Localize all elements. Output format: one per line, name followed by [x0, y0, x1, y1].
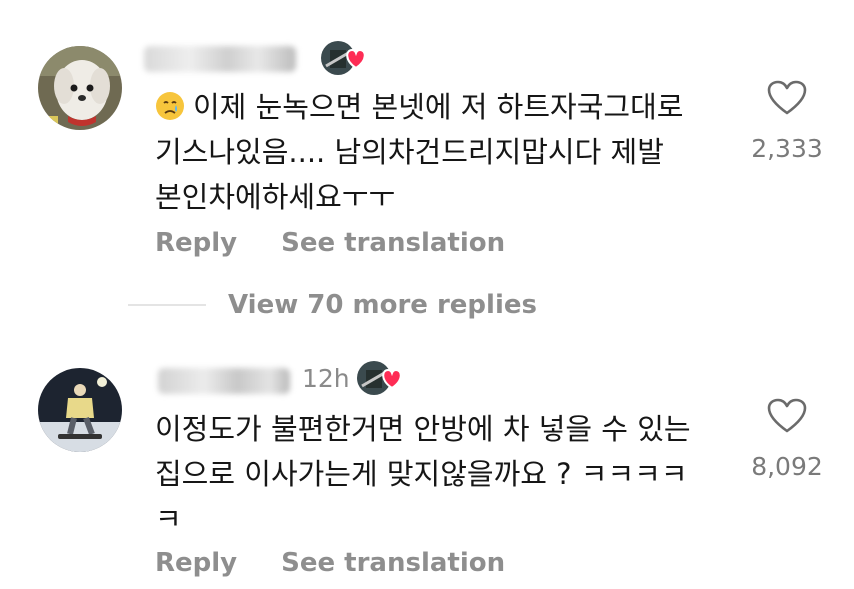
creator-liked-badge: [320, 38, 366, 76]
comment-item: 이제 눈녹으면 본넷에 저 하트자국그대로 기스나있음.... 남의차건드리지맙…: [0, 0, 854, 290]
snowboarder-avatar-image: [38, 368, 122, 452]
reply-button[interactable]: Reply: [155, 228, 237, 258]
divider-line: [128, 304, 206, 306]
username-redacted[interactable]: [144, 46, 296, 72]
comment-timestamp: 12h: [302, 364, 350, 393]
crying-face-icon: [156, 92, 184, 120]
like-count: 2,333: [751, 134, 823, 163]
dog-avatar-image: [38, 46, 122, 130]
heart-outline-icon[interactable]: [767, 80, 807, 116]
view-more-replies-label: View 70 more replies: [228, 290, 537, 320]
comment-text-line-3: 본인차에하세요ㅜㅜ: [155, 180, 396, 214]
heart-outline-icon[interactable]: [767, 398, 807, 434]
see-translation-button[interactable]: See translation: [281, 548, 505, 578]
creator-liked-badge: [356, 358, 402, 396]
comment-text-line-3: ㅋ: [155, 502, 182, 536]
comment-item: 12h 이정도가 불편한거면 안방에 차 넣을 수 있는 집으로 이사가는게 맞…: [0, 350, 854, 589]
comment-text-line-1: 이제 눈녹으면 본넷에 저 하트자국그대로: [193, 90, 684, 124]
comment-text-line-2: 집으로 이사가는게 맞지않을까요 ? ㅋㅋㅋㅋ: [155, 457, 688, 491]
like-column: 2,333: [742, 80, 832, 163]
comment-text-line-2: 기스나있음.... 남의차건드리지맙시다 제발: [155, 135, 664, 169]
comment-line: 이제 눈녹으면 본넷에 저 하트자국그대로: [155, 85, 683, 130]
comment-actions: Reply See translation: [155, 228, 505, 258]
like-count: 8,092: [751, 452, 823, 481]
commenter-avatar[interactable]: [38, 368, 122, 452]
comment-actions: Reply See translation: [155, 548, 505, 578]
comment-body: 이제 눈녹으면 본넷에 저 하트자국그대로 기스나있음.... 남의차건드리지맙…: [155, 85, 683, 220]
see-translation-button[interactable]: See translation: [281, 228, 505, 258]
like-column: 8,092: [742, 398, 832, 481]
commenter-avatar[interactable]: [38, 46, 122, 130]
comment-text-line-1: 이정도가 불편한거면 안방에 차 넣을 수 있는: [155, 412, 691, 446]
comment-body: 이정도가 불편한거면 안방에 차 넣을 수 있는 집으로 이사가는게 맞지않을까…: [155, 407, 691, 542]
reply-button[interactable]: Reply: [155, 548, 237, 578]
username-redacted[interactable]: [158, 368, 290, 394]
view-more-replies[interactable]: View 70 more replies: [128, 290, 537, 320]
